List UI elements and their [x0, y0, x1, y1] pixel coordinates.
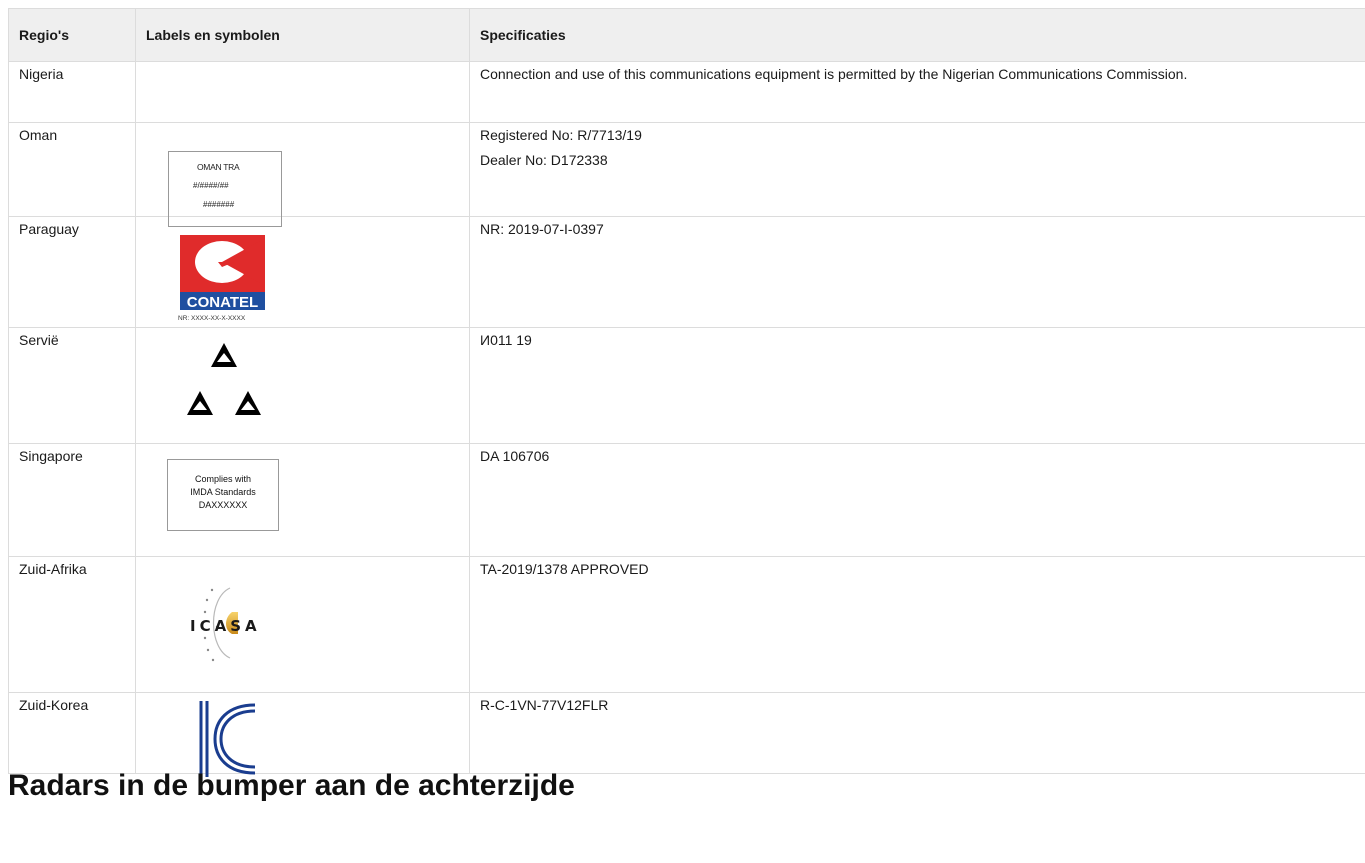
table-row: Nigeria Connection and use of this commu…: [8, 61, 1365, 123]
icasa-logo-text: ICASA: [190, 617, 261, 635]
imda-label-line: IMDA Standards: [190, 487, 256, 497]
spec-line: Dealer No: D172338: [480, 152, 608, 168]
spec-cell: R-C-1VN-77V12FLR: [469, 692, 1365, 774]
regulatory-table: Regio's Labels en symbolen Specificaties…: [8, 8, 1365, 777]
table-row: Singapore Complies with IMDA Standards D…: [8, 443, 1365, 557]
imda-label-line: DAXXXXXX: [198, 500, 248, 510]
spec-cell: DA 106706: [469, 443, 1365, 557]
label-cell: [135, 327, 470, 444]
table-row: Oman OMAN TRA #/####/## ####### Register…: [8, 122, 1365, 227]
section-heading: Radars in de bumper aan de achterzijde: [8, 769, 575, 802]
spec-cell: Registered No: R/7713/19 Dealer No: D172…: [469, 122, 1365, 217]
table-row: Servië И011 19: [8, 327, 1365, 444]
spec-cell: NR: 2019-07-I-0397: [469, 216, 1365, 328]
label-cell: [135, 692, 470, 777]
region-cell: Paraguay: [8, 216, 136, 328]
region-cell: Singapore: [8, 443, 136, 557]
label-cell: CONATEL NR: XXXX-XX-X-XXXX: [135, 216, 470, 328]
icasa-logo: ICASA: [190, 587, 261, 662]
serbia-triangles-icon: [187, 343, 261, 415]
oman-label-line: OMAN TRA: [197, 162, 240, 172]
column-header-specs: Specificaties: [469, 8, 1365, 62]
table-row: Zuid-Afrika ICASA TA-2019/1378 APPROVED: [8, 556, 1365, 693]
oman-label-line: #######: [203, 200, 235, 209]
region-cell: Oman: [8, 122, 136, 217]
label-cell: Complies with IMDA Standards DAXXXXXX: [135, 443, 470, 557]
imda-label: Complies with IMDA Standards DAXXXXXX: [167, 459, 279, 531]
column-header-labels: Labels en symbolen: [135, 8, 470, 62]
label-cell: ICASA: [135, 556, 470, 693]
spec-cell: И011 19: [469, 327, 1365, 444]
conatel-logo-text: CONATEL: [187, 294, 258, 311]
oman-label-line: #/####/##: [193, 181, 229, 190]
spec-line: Registered No: R/7713/19: [480, 127, 642, 143]
conatel-label-number: NR: XXXX-XX-X-XXXX: [178, 315, 246, 322]
table-row: Zuid-Korea R-C-1VN-77V12FLR: [8, 692, 1365, 777]
spec-cell: Connection and use of this communication…: [469, 61, 1365, 123]
label-cell: OMAN TRA #/####/## #######: [135, 122, 470, 227]
table-header-row: Regio's Labels en symbolen Specificaties: [8, 8, 1365, 62]
region-cell: Zuid-Korea: [8, 692, 136, 774]
conatel-logo: CONATEL NR: XXXX-XX-X-XXXX: [178, 233, 278, 328]
spec-cell: TA-2019/1378 APPROVED: [469, 556, 1365, 693]
region-cell: Nigeria: [8, 61, 136, 123]
conatel-emblem-icon: CONATEL: [180, 235, 265, 311]
label-cell: [135, 61, 470, 123]
column-header-region: Regio's: [8, 8, 136, 62]
region-cell: Zuid-Afrika: [8, 556, 136, 693]
table-row: Paraguay CONATEL NR: XXXX-XX-X-XXXX NR: …: [8, 216, 1365, 328]
imda-label-line: Complies with: [194, 474, 252, 484]
region-cell: Servië: [8, 327, 136, 444]
